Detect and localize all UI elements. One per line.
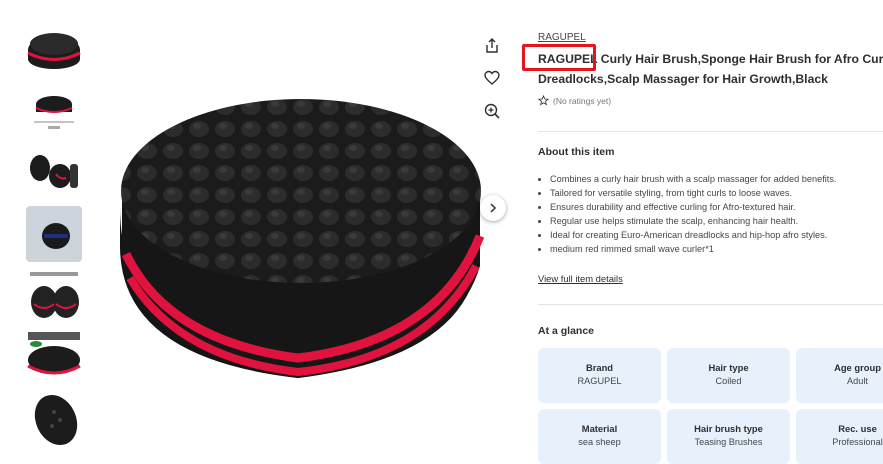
card-key: Material (581, 423, 618, 434)
divider (538, 304, 883, 305)
thumbnail-sponge-side-view[interactable] (26, 206, 82, 262)
zoom-icon (484, 103, 500, 119)
card-key: Hair type (708, 362, 749, 373)
card-key: Brand (585, 362, 614, 373)
main-product-image[interactable] (108, 96, 488, 386)
glance-heading: At a glance (538, 325, 595, 337)
about-heading: About this item (538, 146, 615, 158)
title-line1: Curly Hair Brush,Sponge Hair Brush for A… (597, 52, 883, 66)
rating-text: (No ratings yet) (553, 95, 612, 106)
glance-card-hair-type: Hair type Coiled (667, 348, 790, 403)
star-icon (538, 95, 549, 106)
list-item: Ideal for creating Euro-American dreadlo… (550, 228, 837, 242)
glance-card-hair-brush-type: Hair brush type Teasing Brushes (667, 409, 790, 464)
list-item: Regular use helps stimulate the scalp, e… (550, 214, 837, 228)
share-icon (486, 38, 498, 53)
thumbnail-sponge-packaging[interactable] (26, 268, 82, 324)
card-value: Professional (832, 437, 883, 447)
card-value: sea sheep (578, 437, 621, 447)
zoom-button[interactable] (477, 96, 507, 126)
next-image-button[interactable] (480, 195, 506, 221)
share-button[interactable] (477, 31, 507, 61)
card-value: Teasing Brushes (694, 437, 763, 447)
brand-link[interactable]: RAGUPEL (538, 32, 586, 43)
thumbnail-sponge-with-dimensions[interactable] (26, 82, 82, 138)
thumbnail-sponge-oval-top[interactable] (26, 392, 82, 448)
title-line2: Dreadlocks,Scalp Massager for Hair Growt… (538, 72, 828, 86)
list-item: Tailored for versatile styling, from tig… (550, 186, 837, 200)
glance-card-brand: Brand RAGUPEL (538, 348, 661, 403)
divider (538, 131, 883, 132)
thumbnail-sponge-top-view[interactable] (26, 20, 82, 76)
thumbnail-sponges-with-brush[interactable] (26, 144, 82, 200)
card-value: Adult (847, 376, 868, 386)
list-item: Ensures durability and effective curling… (550, 200, 837, 214)
thumbnail-sponge-close-up[interactable] (26, 330, 82, 386)
glance-card-age-group: Age group Adult (796, 348, 883, 403)
heart-icon (484, 70, 500, 85)
card-key: Rec. use (838, 423, 877, 434)
list-item: Combines a curly hair brush with a scalp… (550, 172, 837, 186)
rating[interactable]: (No ratings yet) (538, 95, 611, 106)
card-value: RAGUPEL (577, 376, 622, 386)
glance-card-rec-use: Rec. use Professional (796, 409, 883, 464)
chevron-right-icon (490, 203, 497, 213)
favorite-button[interactable] (477, 63, 507, 93)
glance-card-material: Material sea sheep (538, 409, 661, 464)
card-key: Hair brush type (694, 423, 763, 434)
list-item: medium red rimmed small wave curler*1 (550, 242, 837, 256)
highlight-box (522, 44, 596, 71)
card-value: Coiled (715, 376, 742, 386)
about-bullets: Combines a curly hair brush with a scalp… (538, 172, 837, 256)
view-full-details-link[interactable]: View full item details (538, 273, 623, 284)
card-key: Age group (834, 362, 881, 373)
